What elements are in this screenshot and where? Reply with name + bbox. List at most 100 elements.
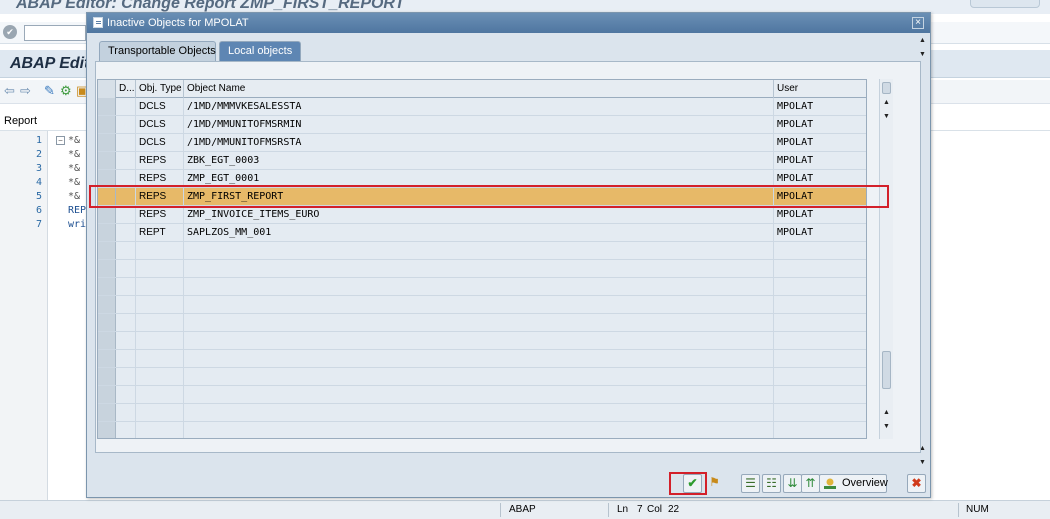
table-row[interactable]: DCLS/1MD/MMUNITOFMSRSTA MPOLAT <box>98 134 866 152</box>
dialog-close-icon[interactable]: × <box>912 17 924 29</box>
scroll-up-icon[interactable]: ▲ <box>919 37 926 44</box>
row-selector[interactable] <box>98 242 116 259</box>
table-row[interactable] <box>98 350 866 368</box>
row-selector[interactable] <box>98 152 116 169</box>
activate-tree-icon: ⚑ <box>709 475 720 489</box>
scroll-up-icon[interactable]: ▲ <box>883 99 890 106</box>
table-row[interactable]: REPS ZMP_INVOICE_ITEMS_EURO MPOLAT <box>98 206 866 224</box>
table-row[interactable] <box>98 422 866 438</box>
status-bar: ABAP Ln 7 Col 22 NUM <box>0 500 1050 519</box>
cell-object-name <box>184 332 774 349</box>
row-selector[interactable] <box>98 224 116 241</box>
fold-toggle-icon[interactable]: − <box>56 136 65 145</box>
column-header-d[interactable]: D... <box>116 80 136 98</box>
select-all-button[interactable]: ☰ <box>741 474 760 493</box>
scroll-down-icon[interactable]: ▼ <box>919 51 926 58</box>
row-selector[interactable] <box>98 332 116 349</box>
table-row[interactable]: REPT SAPLZOS_MM_001 MPOLAT <box>98 224 866 242</box>
row-selector[interactable] <box>98 278 116 295</box>
cell-obj-type <box>136 278 184 295</box>
dialog-title-bar[interactable]: Inactive Objects for MPOLAT × <box>87 13 930 33</box>
row-selector[interactable] <box>98 260 116 277</box>
cell-obj-type <box>136 314 184 331</box>
cell-obj-type <box>136 386 184 403</box>
overview-button[interactable]: Overview <box>819 474 888 493</box>
deselect-all-button[interactable]: ☷ <box>762 474 781 493</box>
column-header-user[interactable]: User <box>774 80 866 98</box>
row-selector[interactable] <box>98 368 116 385</box>
scrollbar-thumb[interactable] <box>882 351 891 389</box>
table-row[interactable] <box>98 260 866 278</box>
cell-object-name: SAPLZOS_MM_001 <box>184 224 774 241</box>
screen-title: ABAP Edit <box>10 55 90 72</box>
table-row[interactable] <box>98 278 866 296</box>
row-selector[interactable] <box>98 98 116 115</box>
cancel-button[interactable]: ✖ <box>907 474 926 493</box>
code-line: *& <box>68 191 81 202</box>
scroll-up-icon[interactable]: ▲ <box>883 409 890 416</box>
column-header-obj-type[interactable]: Obj. Type <box>136 80 184 98</box>
row-selector[interactable] <box>98 422 116 438</box>
table-row[interactable] <box>98 242 866 260</box>
code-line: *& <box>68 149 81 160</box>
cell-user <box>774 296 866 313</box>
row-selector[interactable] <box>98 296 116 313</box>
table-scrollbar[interactable]: ▲ ▼ ▲ ▼ <box>879 79 893 439</box>
row-selector[interactable] <box>98 314 116 331</box>
table-row[interactable] <box>98 404 866 422</box>
row-selector[interactable] <box>98 350 116 367</box>
scroll-down-icon[interactable]: ▼ <box>883 423 890 430</box>
code-line: wri <box>68 219 87 230</box>
row-selector[interactable] <box>98 404 116 421</box>
tab-local-objects[interactable]: Local objects <box>219 41 301 61</box>
editor-section-label: Report <box>4 115 38 127</box>
cell-object-name <box>184 314 774 331</box>
table-row[interactable]: REPS ZBK_EGT_0003 MPOLAT <box>98 152 866 170</box>
scroll-down-icon[interactable]: ▼ <box>919 459 926 466</box>
tab-transportable-objects[interactable]: Transportable Objects <box>99 41 216 61</box>
cell-obj-type: DCLS <box>136 98 184 115</box>
table-row[interactable] <box>98 368 866 386</box>
toggle-display-change-icon[interactable]: ✎ <box>44 84 55 98</box>
cell-d <box>116 116 136 133</box>
status-num-lock: NUM <box>966 504 989 515</box>
checkmark-icon: ✔ <box>687 476 698 490</box>
dialog-window-icon <box>93 17 103 28</box>
status-separator <box>958 503 959 517</box>
activate-anyway-button[interactable]: ⚑ <box>705 474 724 493</box>
table-row[interactable]: DCLS/1MD/MMMVKESALESSTA MPOLAT <box>98 98 866 116</box>
status-separator <box>608 503 609 517</box>
forward-arrow-icon[interactable]: ⇨ <box>20 84 31 98</box>
row-selector[interactable] <box>98 134 116 151</box>
activate-confirm-button[interactable]: ✔ <box>683 474 702 493</box>
cell-user: MPOLAT <box>774 206 866 223</box>
cell-object-name <box>184 278 774 295</box>
cell-obj-type: REPS <box>136 152 184 169</box>
table-row[interactable] <box>98 386 866 404</box>
back-arrow-icon[interactable]: ⇦ <box>4 84 15 98</box>
window-corner-button[interactable] <box>970 0 1040 8</box>
table-row[interactable] <box>98 332 866 350</box>
enter-check-icon[interactable]: ✔ <box>3 25 17 39</box>
cell-obj-type: DCLS <box>136 116 184 133</box>
expand-button[interactable]: ⇊ <box>783 474 802 493</box>
row-selector[interactable] <box>98 386 116 403</box>
cell-user <box>774 260 866 277</box>
collapse-button[interactable]: ⇈ <box>801 474 820 493</box>
scroll-down-icon[interactable]: ▼ <box>883 113 890 120</box>
table-row[interactable] <box>98 314 866 332</box>
cell-object-name: ZMP_INVOICE_ITEMS_EURO <box>184 206 774 223</box>
status-col-label: Col <box>647 504 663 515</box>
command-field[interactable] <box>24 25 86 41</box>
column-header-object-name[interactable]: Object Name <box>184 80 774 98</box>
cell-object-name <box>184 404 774 421</box>
table-row[interactable]: DCLS/1MD/MMUNITOFMSRMIN MPOLAT <box>98 116 866 134</box>
row-selector[interactable] <box>98 116 116 133</box>
cell-obj-type: REPS <box>136 206 184 223</box>
table-row[interactable] <box>98 296 866 314</box>
check-syntax-icon[interactable]: ⚙ <box>60 84 72 98</box>
scrollbar-top-button[interactable] <box>882 82 891 94</box>
row-selector[interactable] <box>98 206 116 223</box>
line-number: 6 <box>36 205 43 216</box>
select-all-cell[interactable] <box>98 80 116 98</box>
